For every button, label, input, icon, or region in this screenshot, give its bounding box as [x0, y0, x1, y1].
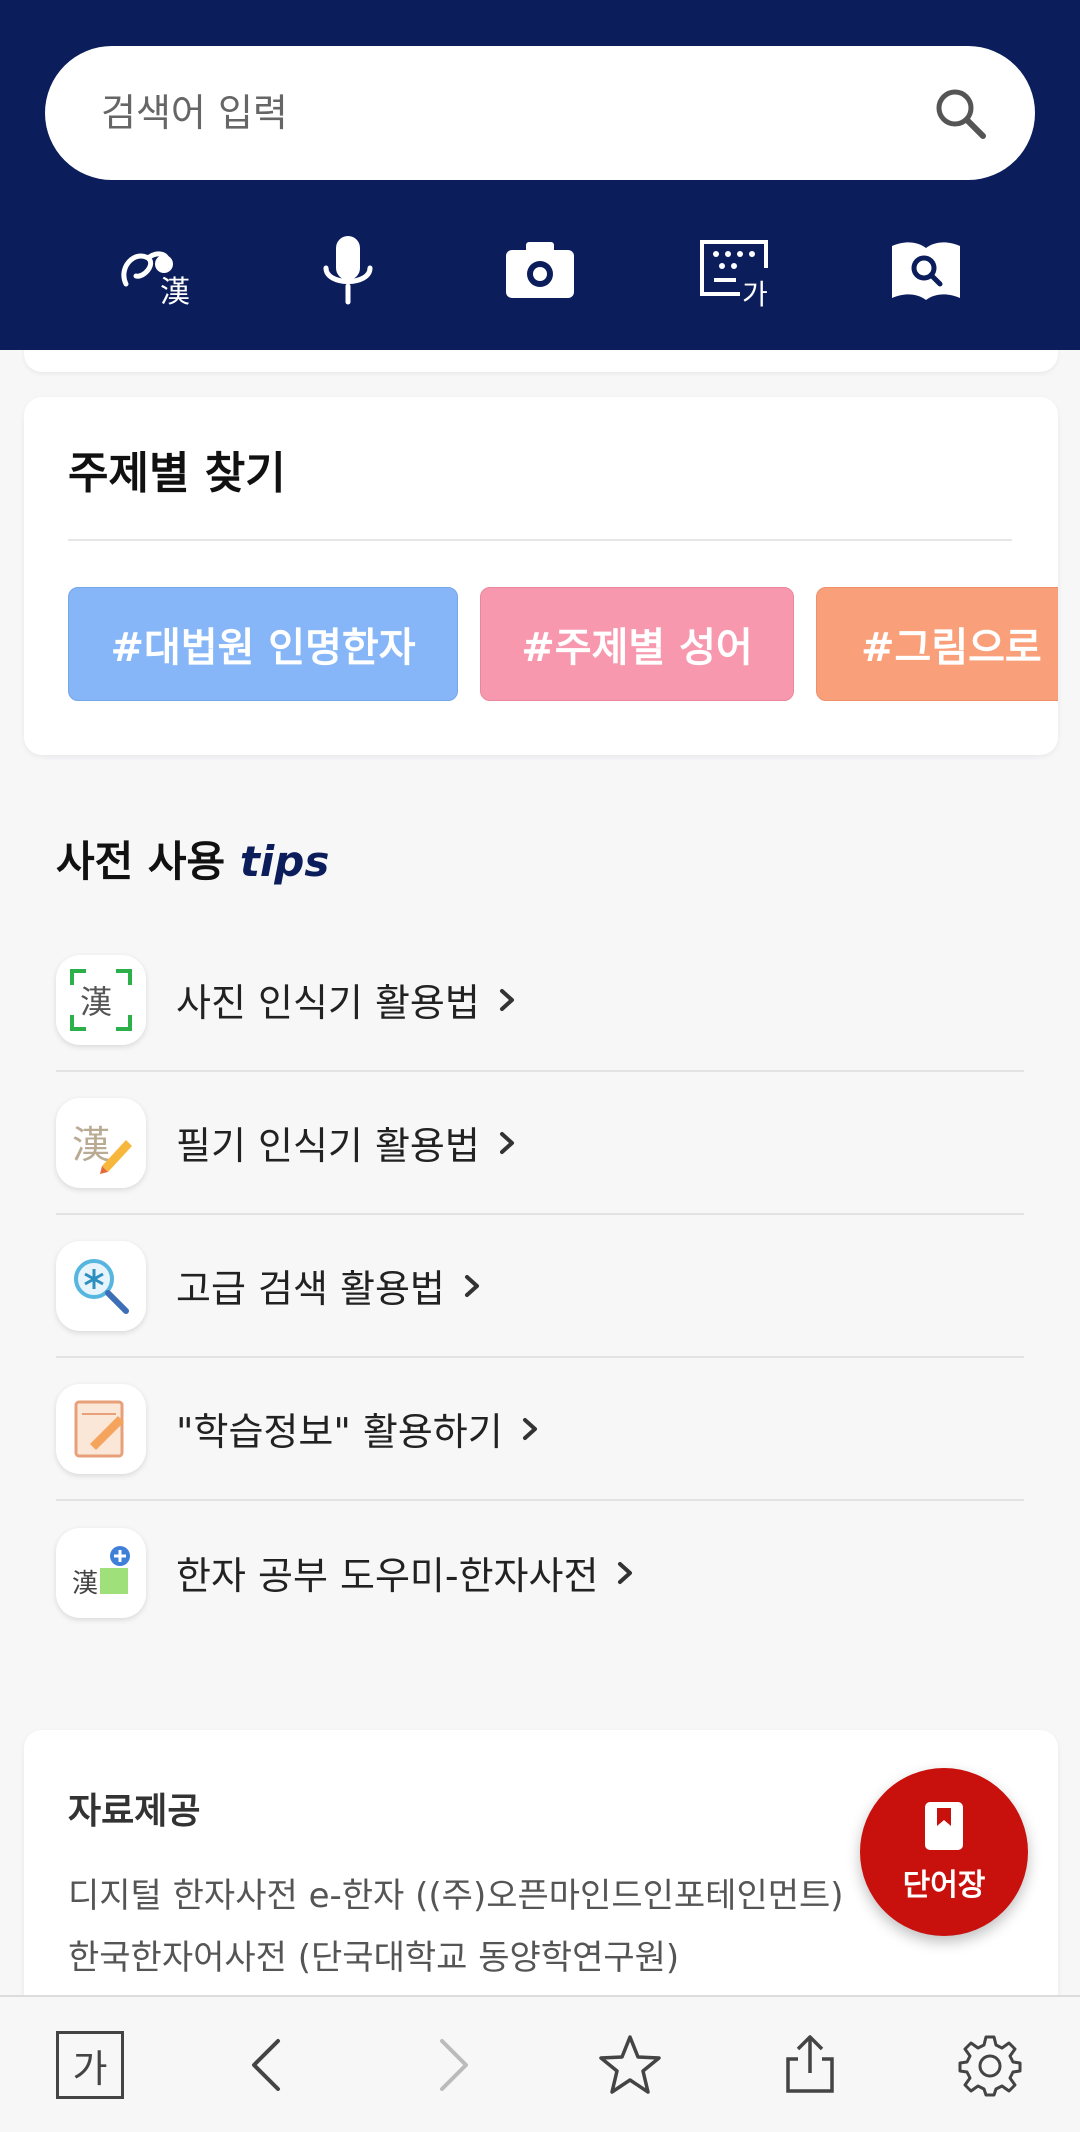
tip-label: 고급 검색 활용법: [176, 1267, 445, 1311]
voice-search-button[interactable]: [300, 222, 396, 318]
source-line: 한국한자어사전 (단국대학교 동양학연구원): [68, 1938, 680, 1978]
tip-item-photo[interactable]: 漢 사진 인식기 활용법: [56, 929, 1024, 1072]
star-icon: [599, 2035, 661, 2094]
forward-arrow-icon: [440, 2039, 468, 2091]
tips-title-text: 사전 사용: [56, 837, 226, 886]
camera-icon: [506, 242, 574, 298]
microphone-icon: [323, 236, 373, 305]
topic-browse-card: 주제별 찾기 #대법원 인명한자 #주제별 성어 #그림으로 배: [24, 397, 1058, 755]
photo-recognition-icon: 漢: [56, 954, 146, 1045]
tip-item-study-info[interactable]: "학습정보" 활용하기: [56, 1358, 1024, 1501]
source-title: 자료제공: [68, 1791, 201, 1832]
tip-item-handwriting[interactable]: 漢 필기 인식기 활용법: [56, 1072, 1024, 1215]
share-icon: [786, 2035, 834, 2093]
handwriting-hanja-icon: 漢: [121, 251, 190, 310]
tip-label: 필기 인식기 활용법: [176, 1124, 480, 1168]
svg-text:漢: 漢: [160, 275, 190, 310]
header-bar: 漢 가: [0, 0, 1080, 350]
forward-button[interactable]: [410, 2025, 490, 2105]
search-button[interactable]: [931, 84, 991, 144]
tip-label: 사진 인식기 활용법: [176, 981, 480, 1025]
tip-item-advanced-search[interactable]: 고급 검색 활용법: [56, 1215, 1024, 1358]
tips-section-title: 사전 사용 tips: [56, 828, 329, 889]
study-info-icon: [56, 1383, 146, 1474]
tip-item-hanja-helper[interactable]: 漢 한자 공부 도우미-한자사전: [56, 1501, 1024, 1644]
bookmark-icon: [925, 1802, 963, 1850]
search-box[interactable]: [45, 46, 1035, 180]
share-button[interactable]: [770, 2025, 850, 2105]
keyboard-hangul-icon: 가: [700, 240, 768, 311]
gear-icon: [958, 2035, 1022, 2097]
svg-text:漢: 漢: [80, 983, 112, 1021]
back-arrow-icon: [252, 2039, 280, 2091]
svg-text:漢: 漢: [72, 1123, 110, 1167]
wordbook-label: 단어장: [902, 1868, 986, 1903]
book-search-button[interactable]: [878, 222, 974, 318]
handwriting-recognition-icon: 漢: [56, 1097, 146, 1188]
wordbook-button[interactable]: 단어장: [860, 1768, 1028, 1936]
keyboard-search-button[interactable]: 가: [686, 222, 782, 318]
tip-label: "학습정보" 활용하기: [176, 1410, 503, 1454]
bottom-navigation-bar: 가: [0, 1995, 1080, 2132]
settings-button[interactable]: [950, 2025, 1030, 2105]
font-size-label: 가: [56, 2031, 124, 2099]
chevron-right-icon: [464, 1274, 479, 1297]
topic-title: 주제별 찾기: [68, 448, 286, 499]
handwriting-search-button[interactable]: 漢: [108, 222, 204, 318]
back-button[interactable]: [230, 2025, 310, 2105]
font-size-button[interactable]: 가: [50, 2025, 130, 2105]
topic-chip-court-names[interactable]: #대법원 인명한자: [68, 587, 458, 701]
search-input[interactable]: [101, 46, 901, 180]
tip-label: 한자 공부 도우미-한자사전: [176, 1554, 599, 1598]
search-mode-toolbar: 漢 가: [0, 222, 1080, 318]
advanced-search-icon: [56, 1240, 146, 1331]
search-icon: [936, 89, 986, 139]
book-search-icon: [892, 242, 960, 300]
source-line: 디지털 한자사전 e-한자 ((주)오픈마인드인포테인먼트): [68, 1876, 844, 1916]
divider: [68, 539, 1012, 541]
chevron-right-icon: [499, 1131, 514, 1154]
camera-search-button[interactable]: [492, 222, 588, 318]
svg-text:가: 가: [742, 278, 768, 311]
svg-text:漢: 漢: [72, 1569, 98, 1599]
tips-title-accent: tips: [239, 837, 330, 886]
topic-chip-idioms[interactable]: #주제별 성어: [480, 587, 794, 701]
hanja-helper-icon: 漢: [56, 1527, 146, 1618]
topic-chip-pictures[interactable]: #그림으로 배: [816, 587, 1058, 701]
chevron-right-icon: [618, 1561, 633, 1584]
favorite-button[interactable]: [590, 2025, 670, 2105]
chevron-right-icon: [499, 988, 514, 1011]
chevron-right-icon: [522, 1417, 537, 1440]
